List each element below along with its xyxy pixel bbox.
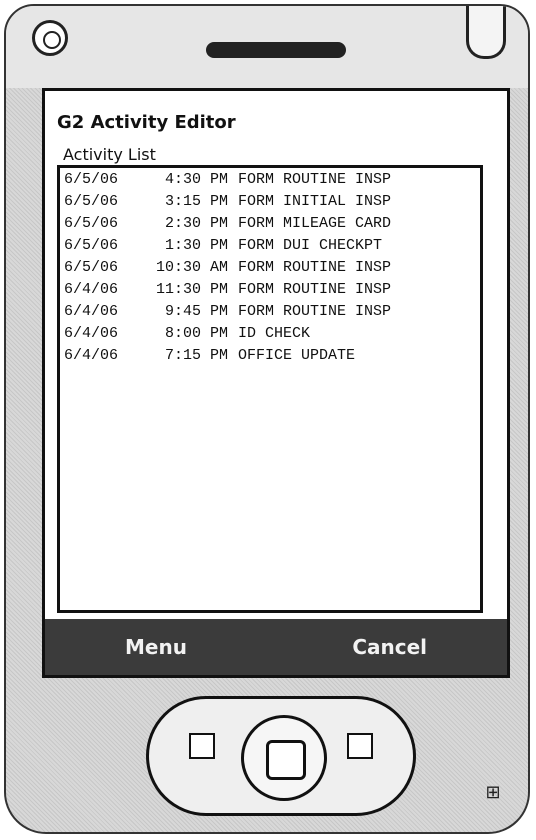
stylus-slot[interactable] xyxy=(466,6,506,59)
navigation-pad xyxy=(146,696,416,816)
activity-description: ID CHECK xyxy=(238,324,311,342)
activity-description: FORM ROUTINE INSP xyxy=(238,280,392,298)
title-bar: G2 Activity Editor xyxy=(45,91,507,139)
activity-time: 1:30 PM xyxy=(164,236,228,254)
activity-time: 11:30 PM xyxy=(155,280,228,298)
window-title: G2 Activity Editor xyxy=(57,112,236,133)
right-softkey-button[interactable] xyxy=(347,733,373,759)
activity-row[interactable]: 6/4/06 7:15 PM OFFICE UPDATE xyxy=(60,344,480,366)
device-top-bar xyxy=(6,6,528,88)
activity-description: FORM DUI CHECKPT xyxy=(238,236,383,254)
windows-logo-icon: ⊞ xyxy=(485,782,501,803)
activity-date: 6/4/06 xyxy=(64,280,119,298)
activity-description: OFFICE UPDATE xyxy=(238,346,356,364)
left-softkey-button[interactable] xyxy=(189,733,215,759)
menu-button[interactable]: Menu xyxy=(125,635,187,659)
activity-date: 6/4/06 xyxy=(64,346,119,364)
activity-description: FORM MILEAGE CARD xyxy=(238,214,392,232)
activity-row[interactable]: 6/5/06 3:15 PM FORM INITIAL INSP xyxy=(60,190,480,212)
activity-row[interactable]: 6/5/06 4:30 PM FORM ROUTINE INSP xyxy=(60,168,480,190)
activity-description: FORM ROUTINE INSP xyxy=(238,302,392,320)
activity-date: 6/5/06 xyxy=(64,236,119,254)
activity-date: 6/5/06 xyxy=(64,258,119,276)
activity-row[interactable]: 6/4/06 11:30 PM FORM ROUTINE INSP xyxy=(60,278,480,300)
activity-date: 6/5/06 xyxy=(64,214,119,232)
speaker-grille xyxy=(206,42,346,58)
activity-time: 10:30 AM xyxy=(155,258,228,276)
activity-time: 9:45 PM xyxy=(164,302,228,320)
activity-time: 2:30 PM xyxy=(164,214,228,232)
activity-time: 7:15 PM xyxy=(164,346,228,364)
activity-row[interactable]: 6/5/06 10:30 AM FORM ROUTINE INSP xyxy=(60,256,480,278)
soft-menu-bar: Menu Cancel xyxy=(45,619,507,675)
app-screen: G2 Activity Editor Activity List 6/5/06 4… xyxy=(42,88,510,678)
dpad-center-button[interactable] xyxy=(266,740,306,780)
activity-date: 6/4/06 xyxy=(64,302,119,320)
activity-list-title: Activity List xyxy=(63,145,156,164)
activity-description: FORM ROUTINE INSP xyxy=(238,258,392,276)
dpad-control[interactable] xyxy=(241,715,327,801)
activity-time: 3:15 PM xyxy=(164,192,228,210)
power-button[interactable] xyxy=(32,20,68,56)
activity-description: FORM ROUTINE INSP xyxy=(238,170,392,188)
activity-list[interactable]: 6/5/06 4:30 PM FORM ROUTINE INSP 6/5/06 3:15… xyxy=(57,165,483,613)
activity-row[interactable]: 6/4/06 9:45 PM FORM ROUTINE INSP xyxy=(60,300,480,322)
activity-row[interactable]: 6/5/06 1:30 PM FORM DUI CHECKPT xyxy=(60,234,480,256)
activity-date: 6/5/06 xyxy=(64,192,119,210)
activity-row[interactable]: 6/4/06 8:00 PM ID CHECK xyxy=(60,322,480,344)
activity-time: 4:30 PM xyxy=(164,170,228,188)
activity-time: 8:00 PM xyxy=(164,324,228,342)
activity-date: 6/4/06 xyxy=(64,324,119,342)
activity-description: FORM INITIAL INSP xyxy=(238,192,392,210)
activity-row[interactable]: 6/5/06 2:30 PM FORM MILEAGE CARD xyxy=(60,212,480,234)
cancel-button[interactable]: Cancel xyxy=(352,635,427,659)
pda-device: G2 Activity Editor Activity List 6/5/06 4… xyxy=(4,4,530,834)
activity-date: 6/5/06 xyxy=(64,170,119,188)
